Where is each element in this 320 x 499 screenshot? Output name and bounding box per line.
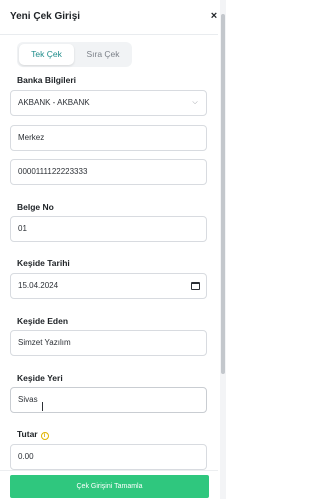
panel-header: Yeni Çek Girişi × — [0, 0, 218, 35]
branch-value: Merkez — [18, 133, 45, 142]
bank-info-label: Banka Bilgileri — [17, 75, 77, 85]
amount-value: 0.00 — [18, 452, 34, 461]
chevron-down-icon: ⌵ — [192, 99, 198, 106]
tab-sequential-check[interactable]: Sıra Çek — [76, 44, 130, 65]
scrollbar[interactable] — [220, 0, 226, 499]
issue-place-label: Keşide Yeri — [17, 373, 63, 383]
issue-date-input[interactable]: 15.04.2024 — [10, 273, 207, 299]
branch-input[interactable]: Merkez — [10, 125, 207, 151]
amount-label: Tutar i — [17, 429, 49, 440]
drawer-input[interactable]: Simzet Yazılım — [10, 330, 207, 356]
issue-place-input[interactable]: Sivas — [10, 387, 207, 413]
drawer-value: Simzet Yazılım — [18, 338, 71, 347]
panel-title: Yeni Çek Girişi — [10, 11, 81, 22]
info-icon[interactable]: i — [40, 432, 49, 440]
document-no-value: 01 — [18, 224, 27, 233]
document-no-label: Belge No — [17, 202, 54, 212]
check-entry-panel: Yeni Çek Girişi × Tek Çek Sıra Çek Banka… — [0, 0, 218, 499]
bank-select[interactable]: AKBANK - AKBANK ⌵ — [10, 90, 207, 116]
issue-date-label: Keşide Tarihi — [17, 258, 70, 268]
issue-date-value: 15.04.2024 — [18, 281, 59, 290]
tab-single-check[interactable]: Tek Çek — [19, 44, 74, 65]
complete-check-entry-button[interactable]: Çek Girişini Tamamla — [10, 475, 209, 498]
scrollbar-thumb[interactable] — [221, 14, 225, 374]
text-cursor — [42, 402, 45, 411]
amount-input[interactable]: 0.00 — [10, 444, 207, 470]
issue-place-value: Sivas — [18, 395, 38, 404]
bank-select-value: AKBANK - AKBANK — [18, 98, 90, 107]
entry-type-tabs: Tek Çek Sıra Çek — [17, 42, 132, 67]
account-number-value: 0000111122223333 — [18, 167, 88, 176]
account-number-input[interactable]: 0000111122223333 — [10, 159, 207, 185]
amount-label-text: Tutar — [17, 429, 38, 439]
calendar-icon[interactable] — [191, 282, 200, 290]
close-icon[interactable]: × — [208, 9, 220, 23]
drawer-label: Keşide Eden — [17, 316, 69, 326]
document-no-input[interactable]: 01 — [10, 216, 207, 242]
